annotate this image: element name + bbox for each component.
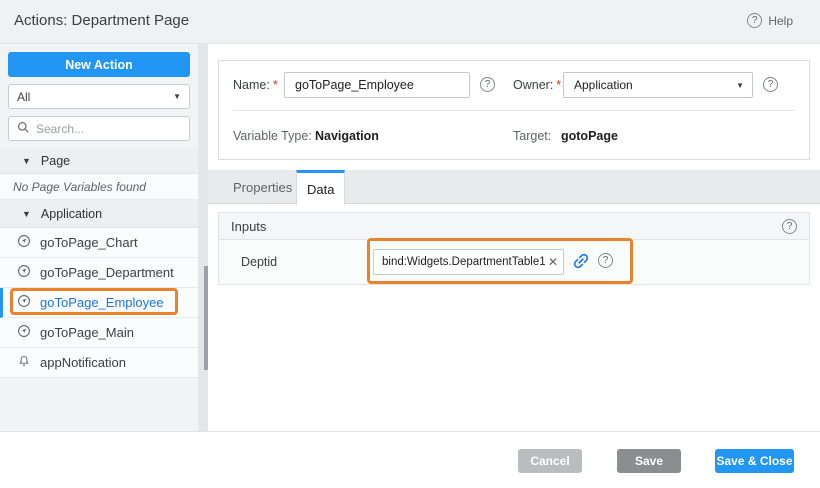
sidebar-item-appnotification[interactable]: appNotification	[0, 348, 198, 378]
search-icon	[17, 121, 30, 137]
chevron-down-icon: ▼	[173, 92, 181, 101]
name-input[interactable]	[284, 72, 470, 98]
bind-link-icon[interactable]	[571, 251, 591, 271]
sidebar-item-gotopage-employee[interactable]: goToPage_Employee	[0, 288, 198, 318]
filter-select[interactable]: All ▼	[8, 84, 190, 109]
tab-data[interactable]: Data	[296, 170, 345, 205]
help-button[interactable]: ? Help	[747, 13, 793, 28]
deptid-help-icon[interactable]: ?	[598, 253, 613, 268]
sidebar-gutter	[198, 44, 208, 431]
sidebar-item-gotopage-main[interactable]: goToPage_Main	[0, 318, 198, 348]
name-label: Name:*	[233, 78, 278, 92]
empty-message: No Page Variables found	[0, 174, 198, 200]
sidebar-item-gotopage-chart[interactable]: goToPage_Chart	[0, 228, 198, 258]
help-icon: ?	[747, 13, 762, 28]
variable-type-label: Variable Type:	[233, 129, 312, 143]
inputs-help-icon[interactable]: ?	[782, 219, 797, 234]
required-marker: *	[273, 78, 278, 92]
required-marker: *	[556, 78, 561, 92]
chevron-down-icon: ▼	[736, 81, 744, 90]
new-action-button[interactable]: New Action	[8, 52, 190, 77]
sidebar-item-label: goToPage_Chart	[40, 235, 138, 250]
search-input[interactable]	[36, 122, 181, 136]
inputs-title: Inputs	[231, 219, 266, 234]
navigation-variable-icon	[17, 294, 31, 311]
sidebar-item-label: goToPage_Department	[40, 265, 174, 280]
deptid-label: Deptid	[241, 255, 277, 269]
owner-help-icon[interactable]: ?	[763, 77, 778, 92]
app-header: Actions: Department Page ? Help	[0, 0, 820, 44]
owner-select-value: Application	[574, 78, 633, 92]
target-label: Target:	[513, 129, 551, 143]
tab-strip: Properties Data	[208, 170, 820, 204]
section-label: Application	[41, 207, 102, 221]
target-value: gotoPage	[561, 129, 618, 143]
inputs-section: Inputs ? Deptid bind:Widgets.DepartmentT…	[218, 212, 810, 285]
divider	[233, 110, 795, 111]
action-list: goToPage_Chart goToPage_Department goToP…	[0, 228, 198, 378]
bell-icon	[17, 354, 31, 371]
section-header-page[interactable]: ▼ Page	[0, 148, 198, 174]
collapse-caret-icon: ▼	[22, 209, 31, 219]
search-box	[8, 116, 190, 141]
deptid-value: bind:Widgets.DepartmentTable1.selec	[382, 256, 546, 268]
variable-type-value: Navigation	[315, 129, 379, 143]
cancel-button[interactable]: Cancel	[518, 449, 582, 473]
deptid-input[interactable]: bind:Widgets.DepartmentTable1.selec ✕	[373, 249, 564, 275]
inputs-header: Inputs ?	[219, 213, 809, 240]
input-row-deptid: Deptid bind:Widgets.DepartmentTable1.sel…	[219, 240, 809, 284]
help-label: Help	[768, 14, 793, 28]
filter-select-value: All	[17, 90, 30, 104]
footer-bar: Cancel Save Save & Close	[0, 431, 820, 488]
tab-properties[interactable]: Properties	[218, 170, 307, 204]
sidebar-item-gotopage-department[interactable]: goToPage_Department	[0, 258, 198, 288]
sidebar-item-label: goToPage_Employee	[40, 295, 164, 310]
page-title: Actions: Department Page	[14, 12, 189, 29]
scrollbar-thumb[interactable]	[204, 266, 208, 370]
owner-select[interactable]: Application ▼	[563, 72, 753, 98]
save-button[interactable]: Save	[617, 449, 681, 473]
sidebar: New Action All ▼ ▼ Page No Page Variable…	[0, 44, 198, 431]
clear-icon[interactable]: ✕	[548, 255, 558, 269]
owner-label: Owner:*	[513, 78, 561, 92]
sidebar-item-label: appNotification	[40, 355, 126, 370]
section-header-application[interactable]: ▼ Application	[0, 200, 198, 228]
collapse-caret-icon: ▼	[22, 156, 31, 166]
sidebar-item-label: goToPage_Main	[40, 325, 134, 340]
save-close-button[interactable]: Save & Close	[715, 449, 794, 473]
name-help-icon[interactable]: ?	[480, 77, 495, 92]
navigation-variable-icon	[17, 264, 31, 281]
navigation-variable-icon	[17, 234, 31, 251]
details-panel: Name:* ? Owner:* Application ▼ ? Variabl…	[218, 60, 810, 160]
navigation-variable-icon	[17, 324, 31, 341]
section-label: Page	[41, 154, 70, 168]
